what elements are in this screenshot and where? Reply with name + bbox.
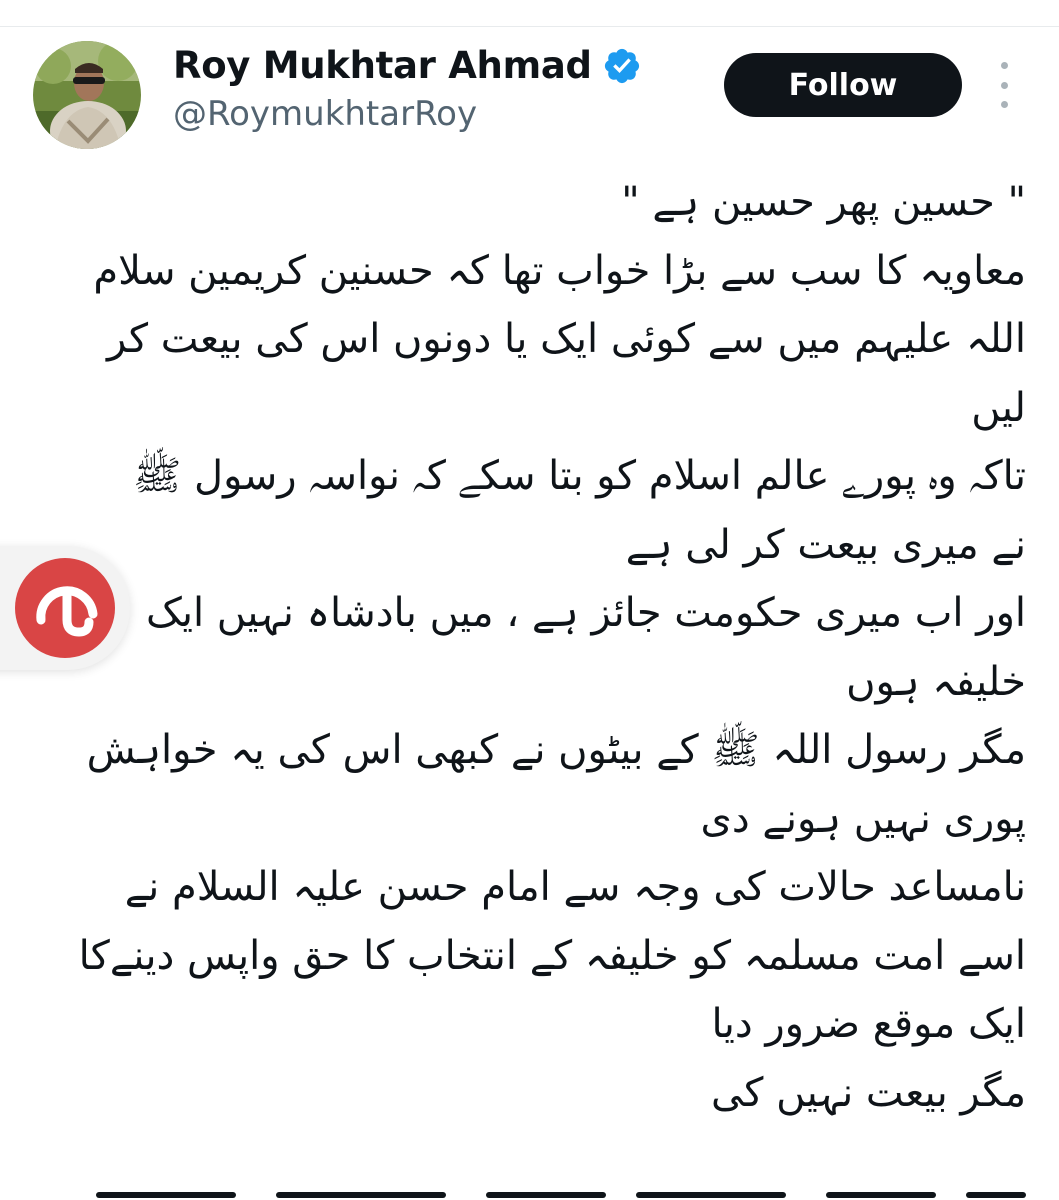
tweet-line: معاویہ کا سب سے بڑا خواب تھا کہ حسنین کر… — [93, 247, 1026, 294]
badge-circle — [15, 558, 115, 658]
tweet-line: تاکہ وہ پورے عالم اسلام کو بتا سکے کہ نو… — [132, 453, 1026, 499]
text-fragment — [96, 1192, 236, 1198]
tweet-line: اسے امت مسلمہ کو خلیفہ کے انتخاب کا حق و… — [78, 932, 1026, 979]
tweet-line: خلیفہ ہوں — [846, 658, 1026, 705]
tweet-text: " حسین پھر حسین ہے " معاویہ کا سب سے بڑا… — [26, 168, 1026, 1127]
more-vertical-icon[interactable] — [990, 62, 1018, 108]
author-handle[interactable]: @RoymukhtarRoy — [173, 94, 477, 134]
text-fragment — [636, 1192, 786, 1198]
author-display-name[interactable]: Roy Mukhtar Ahmad — [173, 44, 642, 87]
text-fragment — [276, 1192, 446, 1198]
truncated-text-line — [36, 1182, 1026, 1200]
tweet-line: نے میری بیعت کر لی ہے — [625, 521, 1026, 568]
author-name-text[interactable]: Roy Mukhtar Ahmad — [173, 44, 592, 87]
tweet-line: اور اب میری حکومت جائز ہے ، میں بادشاہ ن… — [146, 590, 1026, 636]
more-dot — [1000, 81, 1008, 89]
tweet-line: اللہ علیہم میں سے کوئی ایک یا دونوں اس ک… — [106, 316, 1026, 362]
tweet-line: مگر رسول اللہ ﷺ کے بیٹوں نے کبھی اس کی ی… — [86, 727, 1026, 773]
tweet-line: ایک موقع ضرور دیا — [711, 1001, 1027, 1047]
more-dot — [1000, 62, 1008, 69]
tweet-line: مگر بیعت نہیں کی — [711, 1069, 1026, 1116]
text-fragment — [966, 1192, 1026, 1198]
tweet-line: نامساعد حالات کی وجہ سے امام حسن علیہ ال… — [124, 864, 1026, 910]
more-dot — [1000, 101, 1008, 108]
tweet-line: لیں — [971, 384, 1026, 431]
text-fragment — [486, 1192, 606, 1198]
author-avatar[interactable] — [33, 41, 141, 149]
tweet-line: " حسین پھر حسین ہے " — [621, 179, 1026, 225]
verified-badge-icon — [604, 48, 639, 83]
follow-button[interactable]: Follow — [724, 53, 962, 117]
umbrella-logo-icon — [36, 586, 98, 637]
floating-app-badge[interactable] — [0, 546, 130, 670]
top-divider — [0, 26, 1059, 27]
tweet-line: پوری نہیں ہونے دی — [700, 795, 1026, 842]
avatar-photo-icon — [33, 41, 141, 149]
text-fragment — [826, 1192, 936, 1198]
